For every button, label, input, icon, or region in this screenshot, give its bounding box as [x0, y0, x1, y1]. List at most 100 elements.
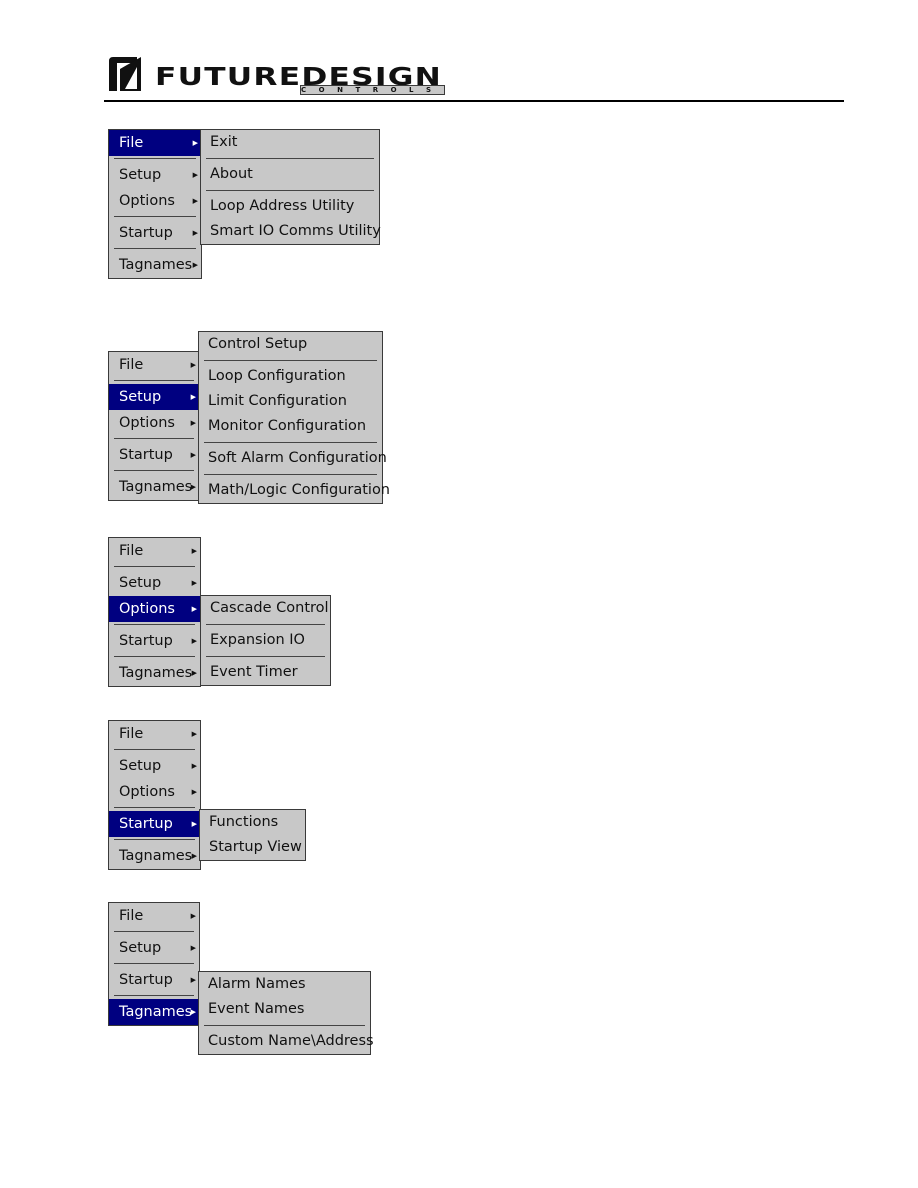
submenu-arrow-icon: ▶ — [190, 483, 196, 491]
submenu-item-event-names[interactable]: Event Names — [199, 997, 370, 1022]
submenu-separator — [199, 471, 382, 478]
submenu-arrow-icon: ▶ — [192, 229, 198, 237]
menu-item-setup[interactable]: Setup ▶ — [109, 935, 199, 961]
menu-item-label: Setup — [119, 940, 162, 956]
menu-item-label: Options — [119, 784, 175, 800]
submenu: Cascade Control Expansion IO Event Timer — [200, 595, 331, 686]
menu-item-label: File — [119, 726, 144, 742]
submenu-arrow-icon: ▶ — [190, 393, 196, 401]
submenu-separator — [199, 357, 382, 364]
menu-item-startup[interactable]: Startup ▶ — [109, 967, 199, 993]
main-menu: File ▶ Setup ▶ Options ▶ Startup ▶ Tagnames ▶ — [108, 129, 202, 279]
submenu-item-smart-io-comms-utility[interactable]: Smart IO Comms Utility — [201, 219, 381, 244]
submenu-arrow-icon: ▶ — [191, 852, 197, 860]
submenu-separator — [201, 155, 379, 162]
main-menu: File ▶ Setup ▶ Options ▶ Startup ▶ Tagnames ▶ — [108, 537, 201, 687]
menu-item-options[interactable]: Options ▶ — [109, 188, 201, 214]
submenu-arrow-icon: ▶ — [190, 1008, 196, 1016]
menu-item-label: Startup — [119, 972, 173, 988]
submenu-item-monitor-configuration[interactable]: Monitor Configuration — [199, 414, 382, 439]
submenu-item-exit[interactable]: Exit — [201, 130, 379, 155]
menu-item-label: Startup — [119, 225, 173, 241]
submenu: Functions Startup View — [199, 809, 306, 861]
menu-item-tagnames[interactable]: Tagnames ▶ — [109, 252, 201, 278]
menu-item-label: Setup — [119, 575, 162, 591]
menu-item-label: Startup — [119, 447, 173, 463]
main-menu: File ▶ Setup ▶ Options ▶ Startup ▶ Tagnames ▶ — [108, 351, 200, 501]
menu-item-file[interactable]: File ▶ — [109, 721, 200, 747]
menu-item-label: Options — [119, 415, 175, 431]
submenu-separator — [199, 439, 382, 446]
submenu-arrow-icon: ▶ — [191, 788, 197, 796]
menu-item-tagnames[interactable]: Tagnames ▶ — [109, 999, 199, 1025]
submenu-separator — [199, 1022, 370, 1029]
submenu-arrow-icon: ▶ — [192, 261, 198, 269]
submenu-arrow-icon: ▶ — [192, 139, 198, 147]
menu-item-file[interactable]: File ▶ — [109, 130, 201, 156]
menu-item-setup[interactable]: Setup ▶ — [109, 753, 200, 779]
menu-item-file[interactable]: File ▶ — [109, 538, 200, 564]
submenu-arrow-icon: ▶ — [190, 976, 196, 984]
menu-item-label: Options — [119, 601, 175, 617]
submenu-separator — [201, 621, 330, 628]
submenu-item-startup-view[interactable]: Startup View — [200, 835, 305, 860]
menu-item-file[interactable]: File ▶ — [109, 903, 199, 929]
submenu-item-expansion-io[interactable]: Expansion IO — [201, 628, 330, 653]
submenu-item-loop-address-utility[interactable]: Loop Address Utility — [201, 194, 379, 219]
submenu-arrow-icon: ▶ — [191, 637, 197, 645]
submenu-arrow-icon: ▶ — [192, 197, 198, 205]
submenu-item-about[interactable]: About — [201, 162, 379, 187]
menu-item-options[interactable]: Options ▶ — [109, 410, 199, 436]
submenu-item-control-setup[interactable]: Control Setup — [199, 332, 382, 357]
menu-item-label: Startup — [119, 816, 173, 832]
brand-subtitle: CONTROLS — [300, 85, 445, 95]
submenu-item-alarm-names[interactable]: Alarm Names — [199, 972, 370, 997]
menu-item-startup[interactable]: Startup ▶ — [109, 811, 200, 837]
submenu-item-math-logic-configuration[interactable]: Math/Logic Configuration — [199, 478, 390, 503]
menu-item-label: Startup — [119, 633, 173, 649]
submenu-item-soft-alarm-configuration[interactable]: Soft Alarm Configuration — [199, 446, 387, 471]
submenu-arrow-icon: ▶ — [191, 820, 197, 828]
submenu-separator — [201, 187, 379, 194]
main-menu: File ▶ Setup ▶ Options ▶ Startup ▶ Tagnames ▶ — [108, 720, 201, 870]
submenu-item-limit-configuration[interactable]: Limit Configuration — [199, 389, 382, 414]
menu-item-label: File — [119, 135, 144, 151]
menu-item-options[interactable]: Options ▶ — [109, 779, 200, 805]
menu-item-tagnames[interactable]: Tagnames ▶ — [109, 843, 200, 869]
menu-item-file[interactable]: File ▶ — [109, 352, 199, 378]
menu-item-tagnames[interactable]: Tagnames ▶ — [109, 660, 200, 686]
submenu-arrow-icon: ▶ — [191, 579, 197, 587]
menu-item-setup[interactable]: Setup ▶ — [109, 384, 199, 410]
menu-item-setup[interactable]: Setup ▶ — [109, 570, 200, 596]
submenu: Control Setup Loop Configuration Limit Con… — [198, 331, 390, 504]
menu-item-setup[interactable]: Setup ▶ — [109, 162, 201, 188]
menu-item-startup[interactable]: Startup ▶ — [109, 442, 199, 468]
submenu-arrow-icon: ▶ — [190, 419, 196, 427]
submenu-item-cascade-control[interactable]: Cascade Control — [201, 596, 330, 621]
submenu-arrow-icon: ▶ — [190, 361, 196, 369]
submenu-item-event-timer[interactable]: Event Timer — [201, 660, 330, 685]
menu-item-label: Setup — [119, 758, 162, 774]
submenu-arrow-icon: ▶ — [191, 669, 197, 677]
menu-item-startup[interactable]: Startup ▶ — [109, 628, 200, 654]
submenu-arrow-icon: ▶ — [191, 547, 197, 555]
menu-item-options[interactable]: Options ▶ — [109, 596, 200, 622]
menu-item-label: File — [119, 908, 144, 924]
menu-item-startup[interactable]: Startup ▶ — [109, 220, 201, 246]
futuredesign-logo: FUTUREDESIGN CONTROLS — [107, 55, 445, 95]
submenu-item-custom-name-address[interactable]: Custom Name\Address — [199, 1029, 374, 1054]
menu-item-label: Setup — [119, 389, 162, 405]
submenu-arrow-icon: ▶ — [190, 912, 196, 920]
submenu-separator — [201, 653, 330, 660]
main-menu: File ▶ Setup ▶ Startup ▶ Tagnames ▶ — [108, 902, 200, 1026]
submenu-arrow-icon: ▶ — [190, 944, 196, 952]
submenu-arrow-icon: ▶ — [192, 171, 198, 179]
header-rule — [104, 100, 844, 102]
menu-item-tagnames[interactable]: Tagnames ▶ — [109, 474, 199, 500]
submenu-arrow-icon: ▶ — [190, 451, 196, 459]
submenu-item-functions[interactable]: Functions — [200, 810, 305, 835]
submenu-arrow-icon: ▶ — [191, 730, 197, 738]
menu-item-label: File — [119, 357, 144, 373]
submenu-item-loop-configuration[interactable]: Loop Configuration — [199, 364, 382, 389]
menu-item-label: Tagnames — [119, 479, 193, 495]
